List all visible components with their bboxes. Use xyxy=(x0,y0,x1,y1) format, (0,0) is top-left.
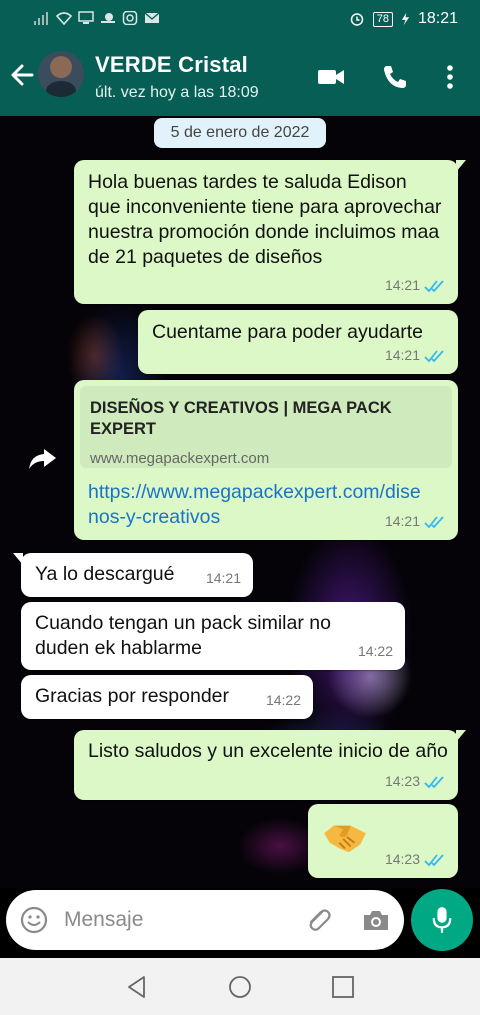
camera-icon[interactable] xyxy=(362,908,390,932)
date-divider: 5 de enero de 2022 xyxy=(154,118,326,148)
attach-clip-icon[interactable] xyxy=(304,906,332,934)
back-arrow-icon[interactable] xyxy=(8,60,36,90)
microphone-icon xyxy=(432,907,452,933)
battery-level: 78 xyxy=(372,11,393,27)
chat-header: VERDE Cristal últ. vez hoy a las 18:09 xyxy=(0,40,480,116)
message-time: 14:21 xyxy=(384,277,420,293)
double-check-read-icon xyxy=(424,853,444,866)
message-meta: 14:21 xyxy=(206,566,241,591)
signal-icon xyxy=(34,12,48,25)
message-text: Gracias por responder xyxy=(35,685,230,707)
contact-name: VERDE Cristal xyxy=(95,52,248,77)
message-outgoing[interactable]: Hola buenas tardes te saluda Edison que … xyxy=(74,160,466,304)
last-seen-status: últ. vez hoy a las 18:09 xyxy=(95,84,259,101)
message-meta: 14:21 xyxy=(385,273,446,298)
link-preview-title: DISEÑOS Y CREATIVOS | MEGA PACK EXPERT xyxy=(90,399,392,438)
link-preview-domain: www.megapackexpert.com xyxy=(90,450,270,467)
message-incoming[interactable]: Ya lo descargué 14:21 xyxy=(13,553,253,597)
status-bar: 78 18:21 xyxy=(0,0,480,40)
message-time: 14:21 xyxy=(384,347,420,363)
forward-icon[interactable] xyxy=(26,446,58,472)
message-text: Cuentame para poder ayudarte xyxy=(152,321,424,343)
contact-avatar[interactable] xyxy=(38,51,84,97)
system-navigation-bar xyxy=(0,958,480,1015)
message-time: 14:23 xyxy=(384,773,420,789)
message-meta: 14:23 xyxy=(385,847,446,872)
message-outgoing[interactable]: Cuentame para poder ayudarte 14:21 xyxy=(138,310,458,374)
message-time: 14:22 xyxy=(265,692,301,708)
double-check-read-icon xyxy=(424,349,444,362)
message-text: Listo saludos y un excelente inicio de a… xyxy=(88,740,448,762)
emoji-icon[interactable] xyxy=(20,906,48,934)
message-meta: 14:22 xyxy=(266,688,301,713)
message-incoming[interactable]: Gracias por responder 14:22 xyxy=(21,675,313,719)
voice-record-button[interactable] xyxy=(411,889,473,951)
weather-icon xyxy=(101,13,115,23)
message-meta: 14:21 xyxy=(385,343,446,368)
message-time: 14:22 xyxy=(357,643,393,659)
link-preview[interactable]: DISEÑOS Y CREATIVOS | MEGA PACK EXPERT w… xyxy=(80,386,452,468)
nav-home-icon[interactable] xyxy=(227,974,253,1000)
message-outgoing[interactable]: Listo saludos y un excelente inicio de a… xyxy=(74,730,466,800)
double-check-read-icon xyxy=(424,775,444,788)
charging-icon xyxy=(401,12,410,26)
message-text: Hola buenas tardes te saluda Edison que … xyxy=(88,171,442,268)
message-meta: 14:22 xyxy=(358,639,393,664)
message-text: Cuando tengan un pack similar no duden e… xyxy=(35,612,331,659)
chat-area[interactable]: 5 de enero de 2022 Hola buenas tardes te… xyxy=(0,116,480,888)
status-icons-left xyxy=(34,11,160,25)
wifi-icon xyxy=(56,12,72,25)
message-link[interactable]: https://www.megapackexpert.com/disenos-y… xyxy=(88,480,428,530)
message-meta: 14:23 xyxy=(385,769,446,794)
mail-icon xyxy=(144,12,160,23)
double-check-read-icon xyxy=(424,515,444,528)
more-options-icon[interactable] xyxy=(438,62,462,92)
double-check-read-icon xyxy=(424,279,444,292)
message-meta: 14:21 xyxy=(385,509,446,534)
message-time: 14:21 xyxy=(205,570,241,586)
message-time: 14:23 xyxy=(384,851,420,867)
message-input[interactable] xyxy=(64,904,284,936)
message-outgoing-emoji[interactable]: 14:23 xyxy=(308,804,458,878)
status-time: 18:21 xyxy=(417,10,458,27)
screen-icon xyxy=(78,11,94,24)
contact-info[interactable]: VERDE Cristal últ. vez hoy a las 18:09 xyxy=(95,52,259,102)
message-composer xyxy=(6,890,404,950)
status-icons-right: 78 18:21 xyxy=(349,10,458,28)
nav-back-icon[interactable] xyxy=(124,974,150,1000)
phone-call-icon[interactable] xyxy=(380,62,410,92)
nav-recents-icon[interactable] xyxy=(330,974,356,1000)
instagram-icon xyxy=(122,11,138,25)
handshake-emoji-icon xyxy=(324,825,366,853)
message-outgoing-link[interactable]: DISEÑOS Y CREATIVOS | MEGA PACK EXPERT w… xyxy=(74,380,458,540)
alarm-icon xyxy=(350,13,363,26)
message-time: 14:21 xyxy=(384,513,420,529)
video-call-icon[interactable] xyxy=(316,62,346,92)
message-incoming[interactable]: Cuando tengan un pack similar no duden e… xyxy=(21,602,405,670)
